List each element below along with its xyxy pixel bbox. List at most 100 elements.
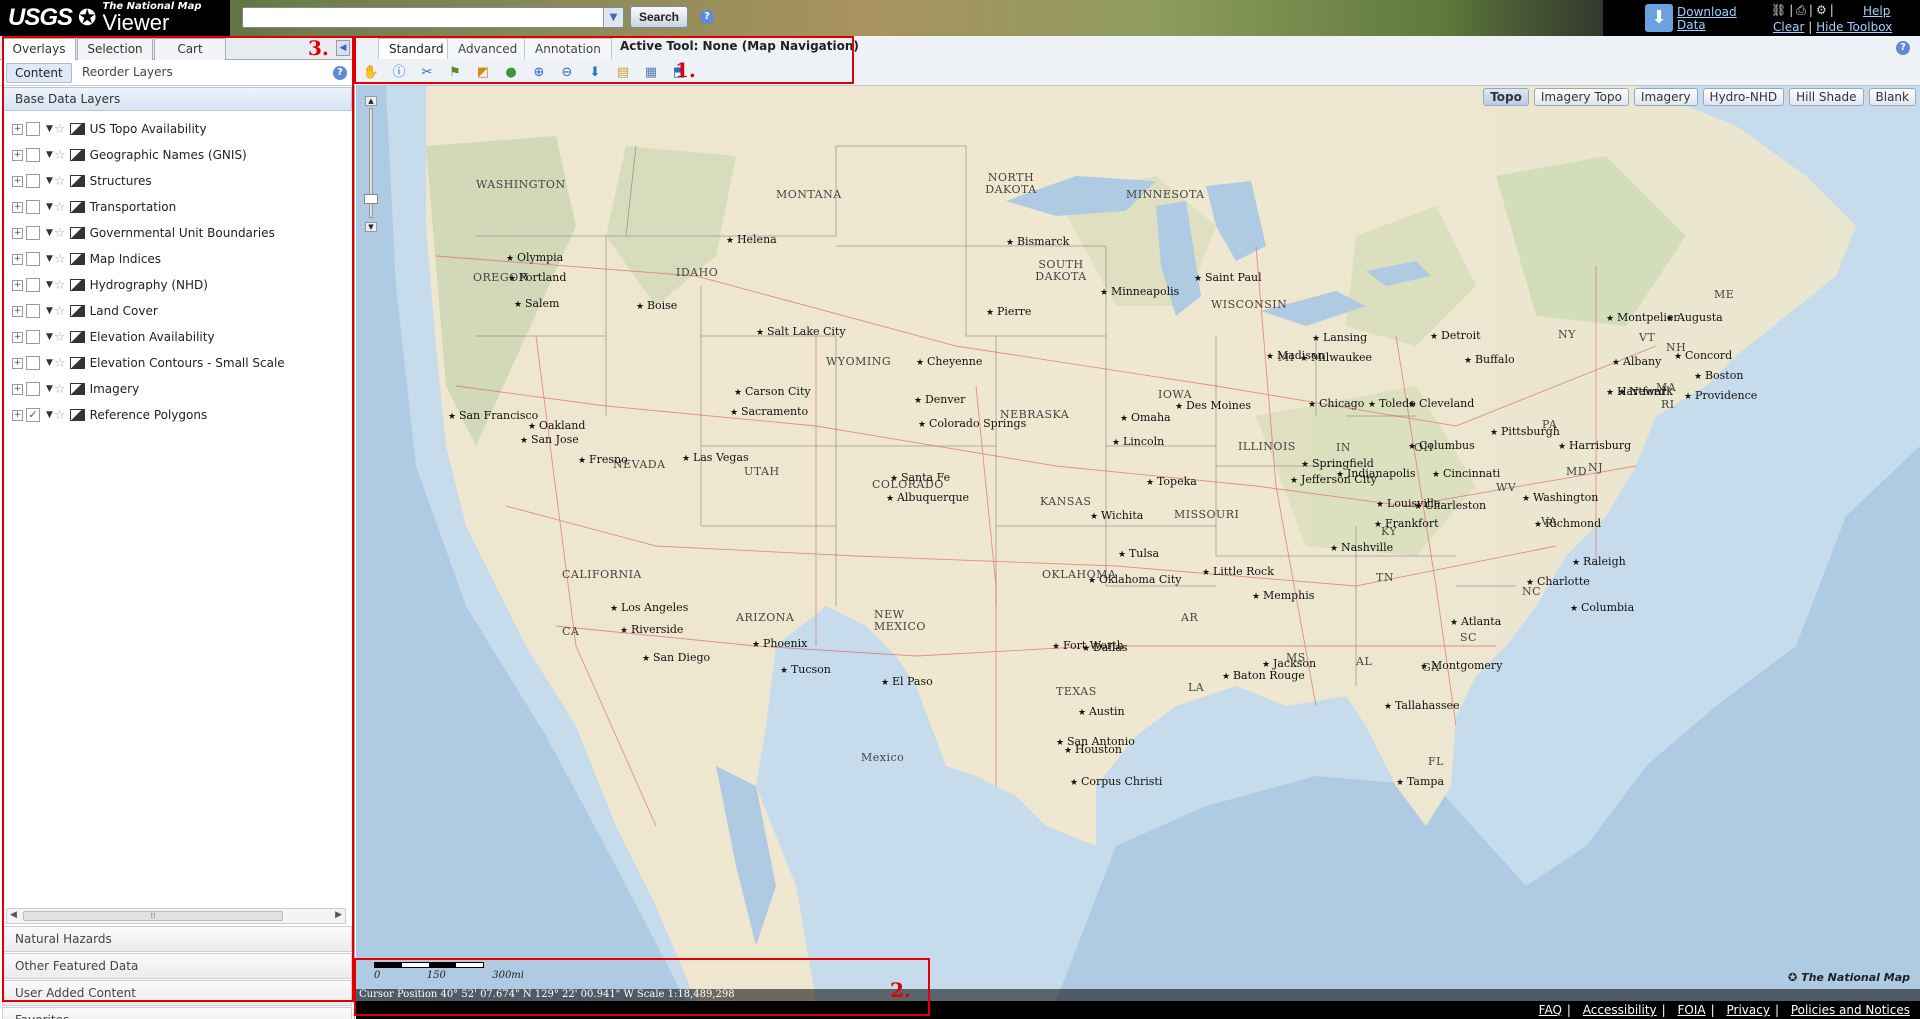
zoom-in-arrow-icon[interactable]: ▲: [365, 96, 377, 106]
map-city-label: Albany: [1612, 356, 1661, 369]
download-data-icon[interactable]: ⬇: [1645, 4, 1673, 32]
basemap-hydro-nhd-button[interactable]: Hydro-NHD: [1702, 88, 1785, 106]
map-city-label: Augusta: [1666, 312, 1723, 325]
map-state-label: TN: [1376, 571, 1394, 584]
map-city-label: Austin: [1078, 706, 1125, 719]
accordion-favorites[interactable]: Favorites: [2, 1007, 352, 1019]
map-state-label: NY: [1558, 328, 1576, 341]
download-data-link[interactable]: Download Data: [1677, 6, 1737, 32]
clear-link[interactable]: Clear: [1773, 20, 1804, 34]
map-city-label: Raleigh: [1572, 556, 1626, 569]
print-icon[interactable]: ⎙: [1796, 3, 1809, 17]
map-city-label: Phoenix: [752, 638, 807, 651]
zoom-out-arrow-icon[interactable]: ▼: [365, 222, 377, 232]
footer-accessibility-link[interactable]: Accessibility: [1583, 1003, 1657, 1017]
annotation-number: 3.: [308, 36, 329, 60]
basemap-imagery-topo-button[interactable]: Imagery Topo: [1533, 88, 1629, 106]
footer-foia-link[interactable]: FOIA: [1678, 1003, 1706, 1017]
annotation-number: 2.: [890, 978, 911, 1002]
map-city-label: Los Angeles: [610, 602, 688, 615]
map-city-label: Cheyenne: [916, 356, 982, 369]
tnm-watermark-text: The National Map: [1801, 971, 1910, 984]
tnm-viewer-text: Viewer: [102, 10, 170, 35]
map-city-label: Fort Worth: [1052, 640, 1124, 653]
search-input[interactable]: ▼: [242, 7, 624, 28]
map-state-label: CALIFORNIA: [562, 568, 642, 581]
map-view[interactable]: WASHINGTON MONTANA NORTH DAKOTA MINNESOT…: [356, 86, 1920, 1001]
map-city-label: Colorado Springs: [918, 418, 1026, 431]
map-city-label: Columbus: [1408, 440, 1475, 453]
hide-toolbox-link[interactable]: Hide Toolbox: [1816, 20, 1892, 34]
map-state-label: VT: [1639, 331, 1656, 344]
map-city-label: San Antonio: [1056, 736, 1135, 749]
map-city-label: Las Vegas: [682, 452, 749, 465]
map-city-label: Pierre: [986, 306, 1031, 319]
map-state-label: WISCONSIN: [1211, 298, 1288, 311]
map-city-label: Newark: [1618, 386, 1673, 399]
map-state-label: UTAH: [744, 465, 780, 478]
map-state-label: LA: [1188, 681, 1205, 694]
map-city-label: Tampa: [1396, 776, 1444, 789]
basemap-blank-button[interactable]: Blank: [1868, 88, 1916, 106]
map-basemap-graphic: [356, 86, 1920, 1001]
map-state-label: MD: [1566, 465, 1588, 478]
header-right-tools: ⬇ Download Data ⛓|⎙|⚙| Help Clear | Hide…: [1603, 0, 1920, 36]
map-city-label: Olympia: [506, 252, 563, 265]
download-label-line1: Download: [1677, 5, 1737, 19]
zoom-slider-handle[interactable]: [364, 194, 378, 204]
map-state-label: RI: [1661, 398, 1675, 411]
map-city-label: Jefferson City: [1290, 474, 1377, 487]
zoom-slider[interactable]: ▲ ▼: [364, 96, 378, 232]
footer-policies-link[interactable]: Policies and Notices: [1791, 1003, 1910, 1017]
map-city-label: Boise: [636, 300, 677, 313]
map-city-label: Wichita: [1090, 510, 1143, 523]
header-separator: |: [1808, 20, 1813, 34]
map-city-label: Memphis: [1252, 590, 1315, 603]
usgs-logo[interactable]: USGS ✪ The National Map Viewer: [0, 0, 230, 36]
footer-faq-link[interactable]: FAQ: [1539, 1003, 1562, 1017]
map-city-label: Carson City: [734, 386, 811, 399]
gear-icon[interactable]: ⚙: [1816, 3, 1830, 17]
map-city-label: Helena: [726, 234, 777, 247]
basemap-topo-button[interactable]: Topo: [1483, 88, 1529, 106]
map-city-label: Santa Fe: [890, 472, 950, 485]
national-map-viewer-app: USGS ✪ The National Map Viewer ▼ Search …: [0, 0, 1920, 1019]
toolbar-help-question-icon[interactable]: ?: [1896, 41, 1910, 55]
map-state-label: NEW MEXICO: [874, 608, 926, 633]
map-state-label: NJ: [1588, 461, 1604, 474]
basemap-hill-shade-button[interactable]: Hill Shade: [1789, 88, 1864, 106]
map-city-label: Fresno: [578, 454, 628, 467]
search-dropdown-chevron-down-icon[interactable]: ▼: [603, 8, 623, 27]
map-city-label: Providence: [1684, 390, 1757, 403]
map-city-label: Salt Lake City: [756, 326, 846, 339]
map-city-label: Charlotte: [1526, 576, 1590, 589]
map-state-label: ARIZONA: [736, 611, 795, 624]
map-city-label: Atlanta: [1450, 616, 1501, 629]
search-button[interactable]: Search: [630, 6, 688, 28]
map-city-label: Washington: [1522, 492, 1598, 505]
map-state-label: WYOMING: [826, 355, 892, 368]
basemap-imagery-button[interactable]: Imagery: [1633, 88, 1698, 106]
map-city-label: Riverside: [620, 624, 684, 637]
map-city-label: Springfield: [1301, 458, 1374, 471]
map-city-label: San Jose: [520, 434, 579, 447]
footer-separator: |: [1566, 1003, 1571, 1017]
map-city-label: Albuquerque: [886, 492, 969, 505]
map-city-label: Concord: [1674, 350, 1732, 363]
help-link[interactable]: Help: [1863, 4, 1890, 18]
link-chain-icon[interactable]: ⛓: [1771, 3, 1789, 17]
usgs-wordmark: USGS: [8, 4, 73, 31]
map-state-label: ME: [1714, 288, 1735, 301]
map-state-label: FL: [1428, 755, 1444, 768]
map-city-label: Omaha: [1120, 412, 1171, 425]
header-icon-group: ⛓|⎙|⚙|: [1771, 3, 1837, 18]
map-city-label: Buffalo: [1464, 354, 1515, 367]
map-state-label: Mexico: [861, 751, 905, 764]
map-city-label: Montgomery: [1420, 660, 1502, 673]
annotation-box-left-panel: [2, 36, 354, 1002]
map-city-label: San Diego: [642, 652, 710, 665]
map-state-label: WV: [1496, 481, 1517, 494]
search-help-question-icon[interactable]: ?: [700, 10, 714, 24]
footer-privacy-link[interactable]: Privacy: [1726, 1003, 1769, 1017]
map-state-label: TEXAS: [1056, 685, 1097, 698]
